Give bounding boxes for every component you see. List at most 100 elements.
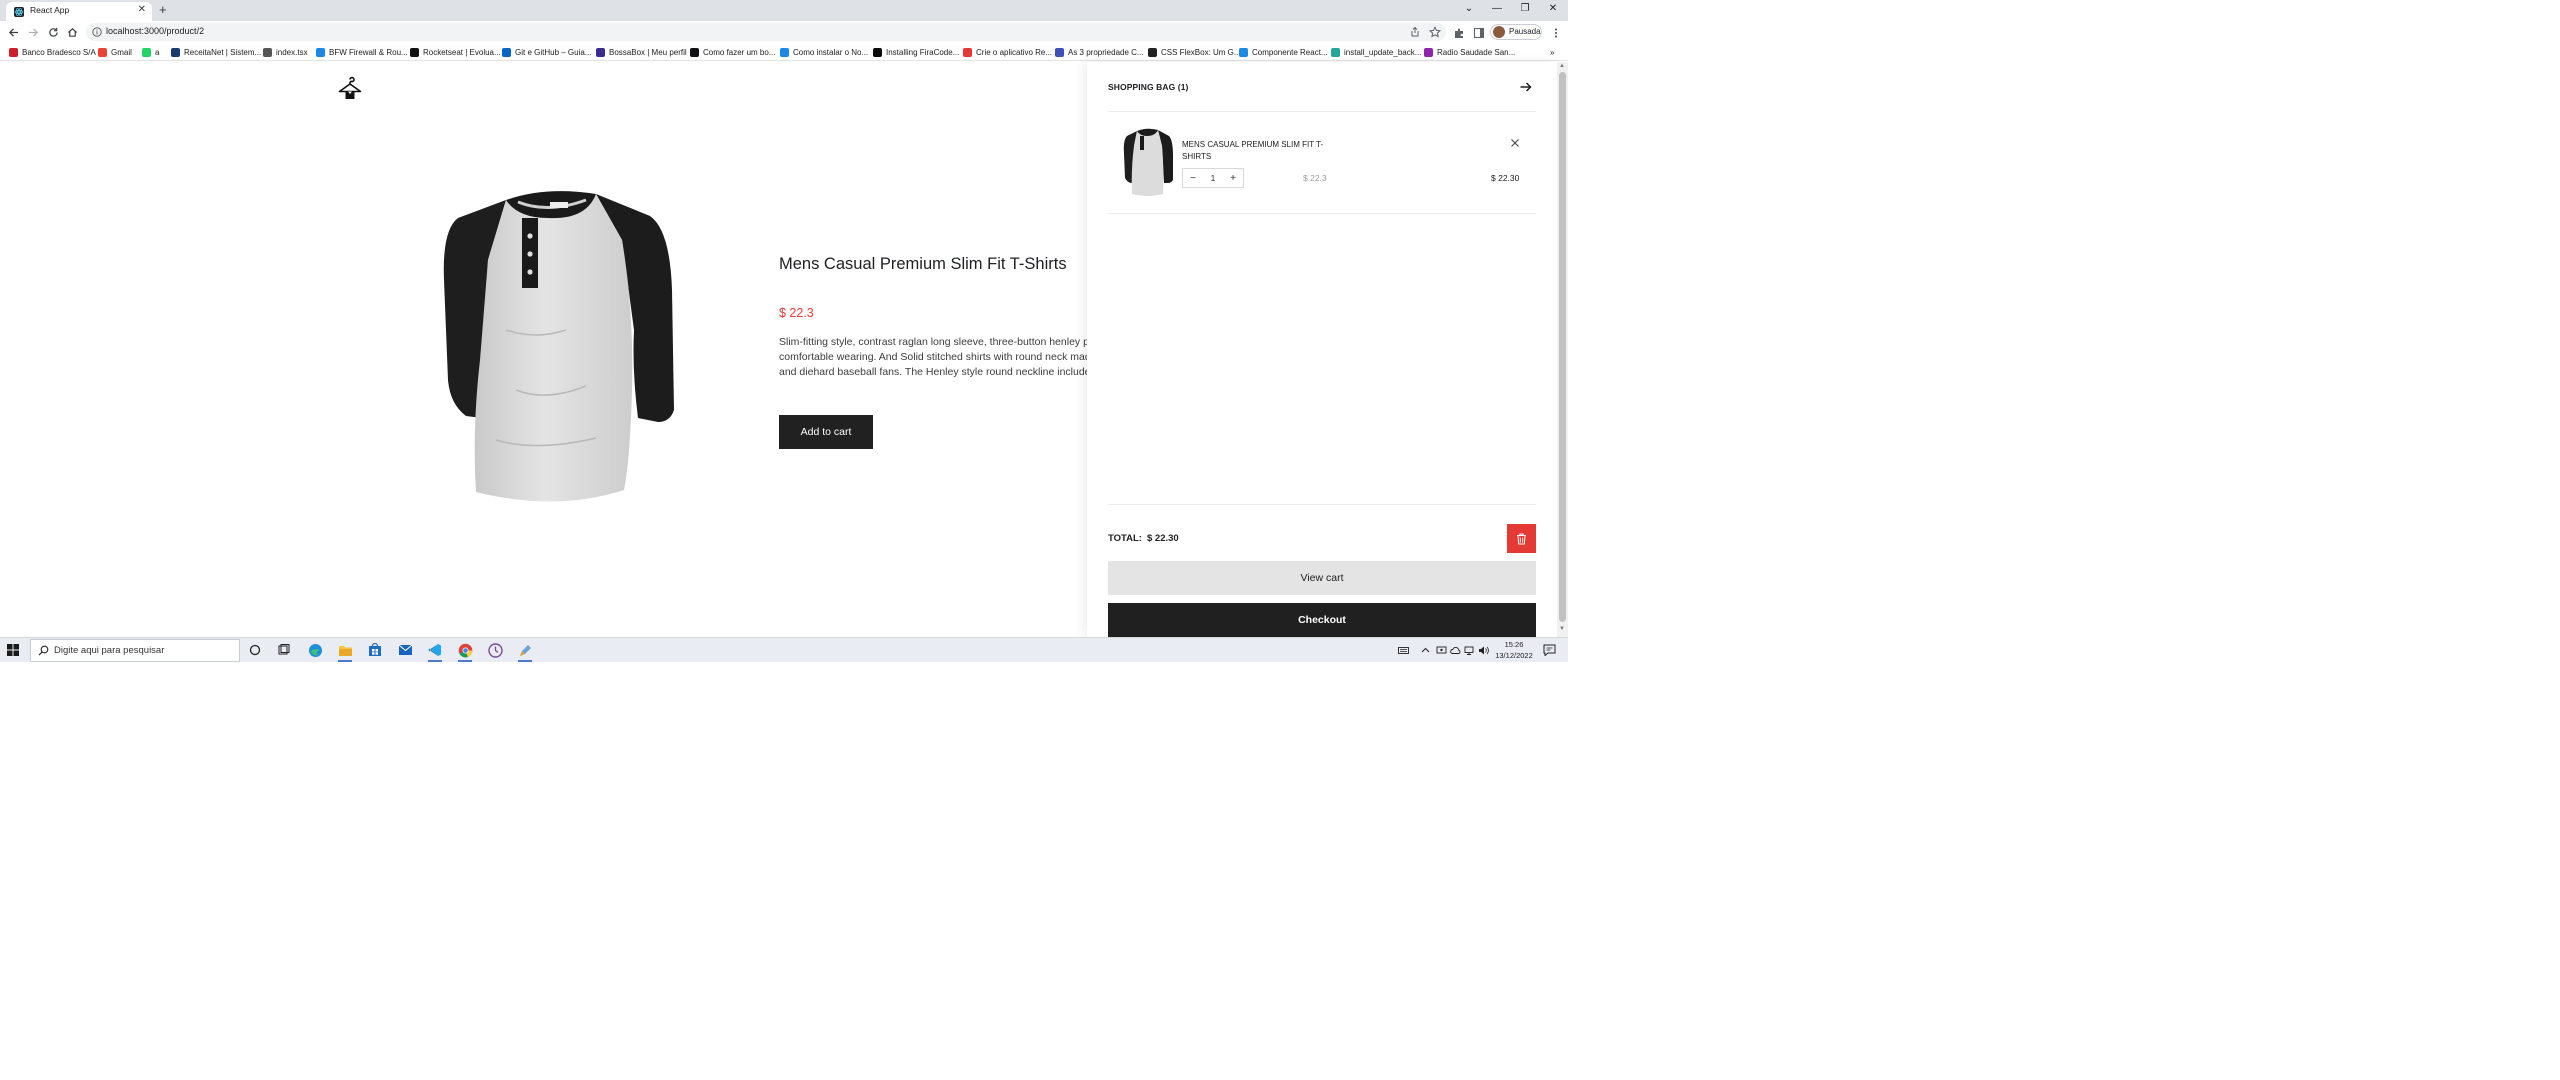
active-app-indicator [458,660,472,662]
bookmark-favicon-icon [1331,47,1340,57]
taskbar-search-input[interactable]: Digite aqui para pesquisar [30,639,240,662]
bookmark-item[interactable]: As 3 propriedade C... [1055,45,1144,59]
file-explorer-icon[interactable] [337,642,353,658]
bookmark-favicon-icon [963,47,972,57]
scrollbar-thumb[interactable] [1559,72,1566,622]
network-icon[interactable] [1464,645,1475,656]
notifications-icon[interactable] [1543,644,1556,656]
cart-item-unit-price: $ 22.3 [1303,173,1327,183]
bookmark-favicon-icon [873,47,882,57]
page-scrollbar[interactable]: ▲ ▼ [1557,62,1568,637]
paint-app-icon[interactable] [517,642,533,658]
windows-taskbar: Digite aqui para pesquisar 15:26 13/12/2… [0,637,1568,662]
browser-menu-icon[interactable] [1550,27,1562,39]
bookmark-item[interactable]: BFW Firewall & Rou... [316,45,408,59]
product-price: $ 22.3 [779,306,814,320]
windows-start-icon[interactable] [7,644,19,656]
bookmark-favicon-icon [690,47,699,57]
address-bar[interactable]: localhost:3000/product/2 [86,23,1446,41]
total-value: $ 22.30 [1147,533,1179,544]
edge-icon[interactable] [307,642,323,658]
bookmark-item[interactable]: BossaBox | Meu perfil [596,45,687,59]
mail-icon[interactable] [397,642,413,658]
bookmark-item[interactable]: Installing FiraCode... [873,45,959,59]
bookmark-favicon-icon [316,47,325,57]
clear-cart-button[interactable] [1507,524,1536,553]
volume-icon[interactable] [1478,645,1489,656]
bookmark-item[interactable]: CSS FlexBox: Um G... [1148,45,1241,59]
new-tab-icon[interactable]: + [159,2,167,18]
bookmark-item[interactable]: a [142,45,159,59]
browser-tab[interactable]: React App ✕ [6,2,152,21]
divider [1108,504,1536,505]
bookmark-favicon-icon [9,47,18,57]
cortana-circle-icon[interactable] [247,642,263,658]
browser-tab-strip: React App ✕ + ⌄ — ❐ ✕ [0,0,1568,21]
bookmark-star-icon[interactable] [1429,26,1441,38]
maximize-icon[interactable]: ❐ [1518,2,1532,16]
bookmark-favicon-icon [142,47,151,57]
share-icon[interactable] [1409,26,1421,38]
increase-quantity-button[interactable]: + [1223,169,1243,187]
chrome-icon[interactable] [457,642,473,658]
home-icon[interactable] [64,24,80,40]
add-to-cart-button[interactable]: Add to cart [779,415,873,449]
minimize-icon[interactable]: — [1490,2,1504,16]
bookmark-item[interactable]: Como instalar o No... [780,45,868,59]
bookmark-item[interactable]: Radio Saudade San... [1424,45,1515,59]
task-view-icon[interactable] [276,642,292,658]
back-icon[interactable] [5,24,21,40]
reload-icon[interactable] [45,24,61,40]
active-app-indicator [518,660,532,662]
clock-time: 15:26 [1504,640,1524,649]
remove-item-close-icon[interactable] [1510,138,1520,148]
bookmark-item[interactable]: Crie o aplicativo Re... [963,45,1052,59]
decrease-quantity-button[interactable]: − [1183,169,1203,187]
system-clock[interactable]: 15:26 13/12/2022 [1490,639,1538,661]
device-icon[interactable] [1436,645,1447,656]
url-text: localhost:3000/product/2 [106,26,205,36]
hanger-logo-icon[interactable] [337,76,363,102]
bookmark-item[interactable]: ReceitaNet | Sistem... [171,45,261,59]
avatar [1493,26,1505,38]
site-info-icon[interactable] [92,27,102,37]
bookmark-item[interactable]: Como fazer um bo... [690,45,775,59]
keyboard-icon[interactable] [1398,645,1409,656]
store-icon[interactable] [367,642,383,658]
bookmark-item[interactable]: Componente React... [1239,45,1328,59]
close-drawer-arrow-icon[interactable] [1519,80,1533,94]
extensions-icon[interactable] [1453,27,1465,39]
view-cart-button[interactable]: View cart [1108,561,1536,595]
tab-search-icon[interactable]: ⌄ [1462,2,1476,16]
side-panel-icon[interactable] [1473,27,1485,39]
bookmark-item[interactable]: install_update_back... [1331,45,1421,59]
cart-item-line-total: $ 22.30 [1491,173,1520,183]
tab-close-icon[interactable]: ✕ [138,4,146,16]
search-icon [38,645,49,656]
bookmark-item[interactable]: Rocketseat | Evolua... [410,45,501,59]
product-image [443,191,674,502]
react-icon [14,7,24,17]
tab-title: React App [30,5,70,15]
scroll-down-arrow-icon[interactable]: ▼ [1559,626,1565,632]
cloud-sync-icon[interactable] [1450,645,1461,656]
forward-icon[interactable] [25,24,41,40]
quantity-value[interactable]: 1 [1203,169,1223,187]
cart-item-image [1123,128,1173,196]
cart-item-name: MENS CASUAL PREMIUM SLIM FIT T-SHIRTS [1182,140,1324,161]
checkout-button[interactable]: Checkout [1108,603,1536,637]
shopping-bag-drawer: SHOPPING BAG (1) MENS CASUAL PREMIUM SLI… [1087,62,1557,637]
profile-button[interactable]: Pausada [1490,24,1542,40]
bookmark-item[interactable]: index.tsx [263,45,308,59]
chevron-up-icon[interactable] [1420,645,1431,656]
bookmark-item[interactable]: Git e GitHub – Guia... [502,45,591,59]
close-window-icon[interactable]: ✕ [1546,2,1560,16]
bookmark-favicon-icon [171,47,180,57]
bookmarks-more-button[interactable]: » [1550,45,1554,59]
bookmark-item[interactable]: Banco Bradesco S/A [9,45,96,59]
scroll-up-arrow-icon[interactable]: ▲ [1559,63,1565,69]
bookmark-favicon-icon [410,47,419,57]
bookmark-item[interactable]: Gmail [98,45,132,59]
insomnia-app-icon[interactable] [487,642,503,658]
vscode-icon[interactable] [427,642,443,658]
